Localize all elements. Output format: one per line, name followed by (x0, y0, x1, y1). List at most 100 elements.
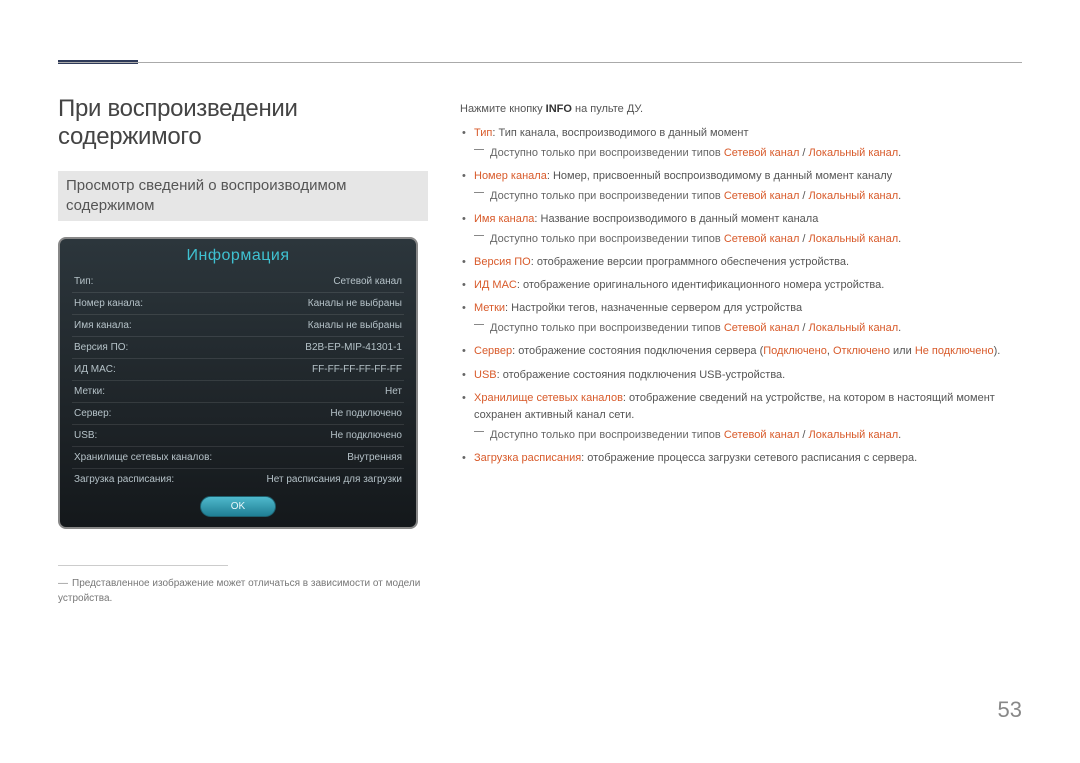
avail-sep: / (799, 190, 808, 202)
panel-row-label: Имя канала: (74, 320, 132, 331)
panel-row-value: Каналы не выбраны (308, 298, 402, 309)
item-desc: : Тип канала, воспроизводимого в данный … (492, 127, 748, 139)
avail-sep: / (799, 429, 808, 441)
panel-row-value: B2B-EP-MIP-41301-1 (305, 342, 402, 353)
item-desc: : Настройки тегов, назначенные сервером … (505, 302, 802, 314)
content-area: При воспроизведении содержимого Просмотр… (58, 95, 1022, 606)
avail-pre: Доступно только при воспроизведении типо… (490, 322, 724, 334)
panel-button-wrap: OK (60, 496, 416, 517)
avail-loc: Локальный канал (809, 429, 899, 441)
panel-row-value: FF-FF-FF-FF-FF-FF (312, 364, 402, 375)
item-term: Тип (474, 127, 492, 139)
sep: или (890, 345, 915, 357)
item-term: ИД MAC (474, 279, 517, 291)
avail-end: . (898, 429, 901, 441)
avail-net: Сетевой канал (724, 429, 800, 441)
panel-row-value: Нет расписания для загрузки (267, 474, 402, 485)
intro-post: на пульте ДУ. (572, 103, 643, 115)
avail-end: . (898, 322, 901, 334)
panel-row: Загрузка расписания: Нет расписания для з… (72, 469, 404, 490)
avail-pre: Доступно только при воспроизведении типо… (490, 233, 724, 245)
description-list: Тип: Тип канала, воспроизводимого в данн… (460, 125, 1022, 467)
dash-icon (474, 431, 484, 432)
panel-row-label: Загрузка расписания: (74, 474, 174, 485)
panel-rows: Тип: Сетевой канал Номер канала: Каналы не … (60, 271, 416, 490)
dash-icon (474, 235, 484, 236)
panel-row-value: Сетевой канал (333, 276, 402, 287)
info-panel: Информация Тип: Сетевой канал Номер канала… (58, 237, 418, 529)
item-desc: : отображение процесса загрузки сетевого… (581, 452, 917, 464)
item-term: Хранилище сетевых каналов (474, 392, 623, 404)
panel-row: Сервер:Не подключено (72, 403, 404, 425)
availability-note: Доступно только при воспроизведении типо… (474, 427, 1022, 444)
list-item: Хранилище сетевых каналов: отображение с… (474, 390, 1022, 444)
item-term: Имя канала (474, 213, 534, 225)
list-item: Номер канала: Номер, присвоенный воспрои… (474, 168, 1022, 205)
item-term: Метки (474, 302, 505, 314)
panel-row: USB: Не подключено (72, 425, 404, 447)
avail-pre: Доступно только при воспроизведении типо… (490, 190, 724, 202)
intro-strong: INFO (546, 103, 572, 115)
page-number: 53 (998, 697, 1022, 723)
item-term: USB (474, 369, 497, 381)
list-item: Тип: Тип канала, воспроизводимого в данн… (474, 125, 1022, 162)
avail-pre: Доступно только при воспроизведении типо… (490, 429, 724, 441)
left-column: При воспроизведении содержимого Просмотр… (58, 95, 428, 606)
item-term: Сервер (474, 345, 512, 357)
avail-sep: / (799, 147, 808, 159)
panel-row: Имя канала: Каналы не выбраны (72, 315, 404, 337)
item-term: Версия ПО (474, 256, 531, 268)
panel-row: Версия ПО: B2B-EP-MIP-41301-1 (72, 337, 404, 359)
avail-loc: Локальный канал (809, 190, 899, 202)
dash-icon (474, 149, 484, 150)
header-rule (58, 62, 1022, 63)
avail-sep: / (799, 322, 808, 334)
panel-row-value: Внутренняя (347, 452, 402, 463)
status-disconnected: Отключено (833, 345, 890, 357)
avail-end: . (898, 233, 901, 245)
list-item: Имя канала: Название воспроизводимого в … (474, 211, 1022, 248)
panel-row: ИД MAC: FF-FF-FF-FF-FF-FF (72, 359, 404, 381)
section-title: Просмотр сведений о воспроизводимом соде… (58, 171, 428, 221)
panel-row: Хранилище сетевых каналов: Внутренняя (72, 447, 404, 469)
footnote-dash: ― (58, 578, 68, 589)
item-term: Номер канала (474, 170, 547, 182)
avail-net: Сетевой канал (724, 233, 800, 245)
availability-note: Доступно только при воспроизведении типо… (474, 231, 1022, 248)
intro-pre: Нажмите кнопку (460, 103, 546, 115)
item-desc: : Название воспроизводимого в данный мом… (534, 213, 818, 225)
panel-row-value: Каналы не выбраны (308, 320, 402, 331)
panel-row-label: Сервер: (74, 408, 111, 419)
panel-row-label: Метки: (74, 386, 105, 397)
list-item: USB: отображение состояния подключения U… (474, 367, 1022, 384)
availability-note: Доступно только при воспроизведении типо… (474, 145, 1022, 162)
panel-row-value: Не подключено (330, 430, 402, 441)
item-desc-end: ). (994, 345, 1001, 357)
availability-note: Доступно только при воспроизведении типо… (474, 320, 1022, 337)
avail-loc: Локальный канал (809, 322, 899, 334)
avail-sep: / (799, 233, 808, 245)
panel-row-label: Тип: (74, 276, 93, 287)
avail-net: Сетевой канал (724, 322, 800, 334)
list-item: Версия ПО: отображение версии программно… (474, 254, 1022, 271)
avail-end: . (898, 190, 901, 202)
item-desc: : отображение версии программного обеспе… (531, 256, 849, 268)
panel-title: Информация (60, 239, 416, 271)
dash-icon (474, 324, 484, 325)
panel-row-label: USB: (74, 430, 97, 441)
avail-loc: Локальный канал (809, 147, 899, 159)
list-item: Метки: Настройки тегов, назначенные серв… (474, 300, 1022, 337)
ok-button[interactable]: OK (200, 496, 276, 517)
panel-row: Тип: Сетевой канал (72, 271, 404, 293)
panel-row-label: Номер канала: (74, 298, 143, 309)
availability-note: Доступно только при воспроизведении типо… (474, 188, 1022, 205)
item-desc: : отображение состояния подключения USB-… (497, 369, 786, 381)
list-item: Сервер: отображение состояния подключени… (474, 343, 1022, 360)
panel-row-label: Хранилище сетевых каналов: (74, 452, 212, 463)
panel-row-label: Версия ПО: (74, 342, 128, 353)
panel-row-label: ИД MAC: (74, 364, 116, 375)
avail-net: Сетевой канал (724, 147, 800, 159)
panel-row: Номер канала: Каналы не выбраны (72, 293, 404, 315)
footnote: ―Представленное изображение может отлича… (58, 576, 428, 606)
item-desc: : Номер, присвоенный воспроизводимому в … (547, 170, 892, 182)
